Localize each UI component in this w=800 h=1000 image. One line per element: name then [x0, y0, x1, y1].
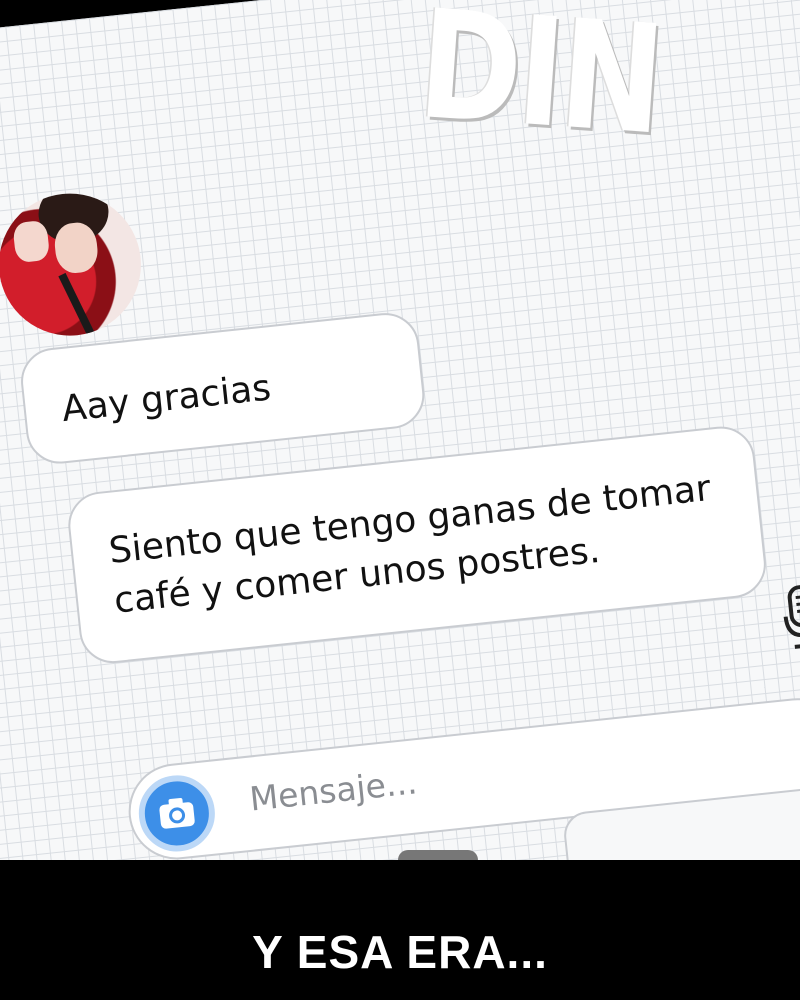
phone-screen: Aay gracias Siento que tengo ganas de to…	[0, 0, 800, 860]
message-text: Aay gracias	[59, 367, 273, 431]
sound-effect: DIN	[413, 0, 667, 169]
camera-button[interactable]	[135, 771, 219, 856]
home-indicator	[398, 850, 478, 860]
message-bubble: Siento que tengo ganas de tomar café y c…	[64, 423, 770, 667]
camera-icon	[159, 797, 195, 829]
message-text: Siento que tengo ganas de tomar café y c…	[106, 467, 713, 622]
narration-caption: Y ESA ERA...	[252, 926, 548, 978]
chat-thread: Aay gracias Siento que tengo ganas de to…	[0, 0, 800, 860]
message-input[interactable]: Mensaje...	[248, 762, 419, 818]
microphone-icon[interactable]	[779, 583, 800, 651]
comic-panel: Aay gracias Siento que tengo ganas de to…	[0, 0, 800, 860]
contact-avatar[interactable]	[0, 186, 148, 343]
